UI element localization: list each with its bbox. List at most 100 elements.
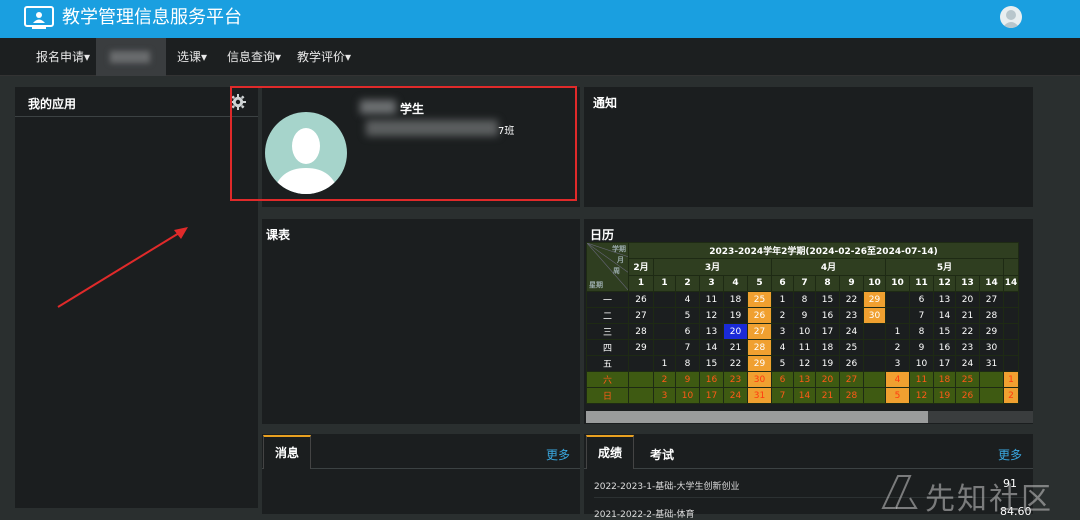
calendar-day-cell: 22	[955, 323, 980, 340]
calendar-day-cell: 7	[771, 387, 794, 404]
tab-messages[interactable]: 消息	[263, 435, 311, 469]
user-avatar-icon[interactable]	[1000, 6, 1022, 28]
calendar-day-cell: 2	[771, 307, 794, 324]
calendar-day-cell	[1003, 323, 1019, 340]
calendar-day-cell: 29	[628, 339, 654, 356]
tab-exam[interactable]: 考试	[650, 446, 674, 463]
calendar-day-label: 五	[586, 355, 629, 372]
schedule-panel	[262, 219, 580, 424]
calendar-day-cell: 3	[771, 323, 794, 340]
calendar-day-cell: 6	[675, 323, 700, 340]
calendar-week-number: 10	[863, 274, 886, 293]
calendar-week-number: 5	[747, 274, 772, 293]
calendar-day-cell: 27	[979, 291, 1004, 308]
calendar-day-cell: 26	[839, 355, 864, 372]
calendar-day-cell: 8	[793, 291, 816, 308]
calendar-day-cell: 8	[675, 355, 700, 372]
calendar-week-number: 7	[793, 274, 816, 293]
nav-info-query[interactable]: 信息查询▾	[227, 38, 281, 76]
annotation-arrow	[57, 227, 188, 308]
my-apps-title: 我的应用	[28, 97, 77, 111]
calendar-day-cell: 18	[723, 291, 748, 308]
calendar-week-number: 14	[1003, 274, 1019, 293]
nav-redacted-item[interactable]	[96, 38, 166, 76]
calendar-day-cell: 2	[653, 371, 676, 388]
calendar-day-cell: 5	[771, 355, 794, 372]
grade-row-course[interactable]: 2022-2023-1-基础-大学生创新创业	[594, 479, 740, 492]
calendar-day-cell: 8	[909, 323, 934, 340]
calendar-day-cell: 10	[909, 355, 934, 372]
messages-more-link[interactable]: 更多	[546, 446, 570, 463]
calendar-day-label: 一	[586, 291, 629, 308]
calendar-day-cell: 4	[885, 371, 910, 388]
calendar-day-cell: 26	[747, 307, 772, 324]
grades-more-link[interactable]: 更多	[998, 446, 1022, 463]
calendar-day-cell: 30	[863, 307, 886, 324]
calendar-day-cell	[885, 291, 910, 308]
monitor-logo-icon	[24, 6, 54, 29]
tab-grades[interactable]: 成绩	[586, 435, 634, 469]
nav-registration[interactable]: 报名申请▾	[36, 38, 90, 76]
calendar-day-cell	[1003, 307, 1019, 324]
calendar-day-cell: 13	[793, 371, 816, 388]
calendar-day-label: 三	[586, 323, 629, 340]
calendar-day-cell: 27	[839, 371, 864, 388]
calendar-day-label: 日	[586, 387, 629, 404]
calendar-day-cell: 26	[628, 291, 654, 308]
calendar-day-cell: 17	[815, 323, 840, 340]
calendar-day-cell	[979, 371, 1004, 388]
calendar-day-cell: 27	[747, 323, 772, 340]
calendar-day-cell: 19	[815, 355, 840, 372]
calendar-day-cell	[863, 371, 886, 388]
calendar-day-cell: 24	[839, 323, 864, 340]
calendar-day-cell: 13	[933, 291, 956, 308]
calendar-day-cell: 14	[793, 387, 816, 404]
calendar-day-cell	[863, 387, 886, 404]
calendar-day-cell: 24	[955, 355, 980, 372]
calendar-day-cell: 18	[815, 339, 840, 356]
calendar-scrollbar[interactable]	[586, 411, 1033, 423]
calendar-day-cell: 14	[933, 307, 956, 324]
calendar-day-cell: 1	[885, 323, 910, 340]
calendar-day-cell	[628, 355, 654, 372]
scroll-thumb[interactable]	[586, 411, 928, 423]
calendar-grid: 学期月周星期 2023-2024学年2学期(2024-02-26至2024-07-…	[586, 241, 1034, 404]
nav-teaching-eval[interactable]: 教学评价▾	[297, 38, 351, 76]
calendar-day-cell: 7	[675, 339, 700, 356]
grade-row-course[interactable]: 2021-2022-2-基础-体育	[594, 507, 695, 520]
calendar-day-cell: 19	[933, 387, 956, 404]
calendar-day-cell: 2	[885, 339, 910, 356]
calendar-day-label: 四	[586, 339, 629, 356]
calendar-day-cell: 15	[699, 355, 724, 372]
calendar-week-number: 1	[628, 274, 654, 293]
calendar-week-number: 11	[909, 274, 934, 293]
nav-course-selection[interactable]: 选课▾	[177, 38, 207, 76]
calendar-day-cell: 12	[699, 307, 724, 324]
calendar-day-cell	[1003, 291, 1019, 308]
calendar-day-cell	[653, 339, 676, 356]
notice-panel	[584, 87, 1033, 207]
calendar-day-cell: 1	[653, 355, 676, 372]
calendar-day-cell: 31	[747, 387, 772, 404]
calendar-day-cell	[863, 339, 886, 356]
calendar-day-cell: 12	[909, 387, 934, 404]
calendar-week-number: 3	[699, 274, 724, 293]
calendar-day-cell: 3	[653, 387, 676, 404]
calendar-day-cell: 1	[1003, 371, 1019, 388]
annotation-red-box	[230, 86, 577, 201]
calendar-day-cell: 9	[793, 307, 816, 324]
calendar-day-cell: 26	[955, 387, 980, 404]
calendar-day-cell: 16	[815, 307, 840, 324]
calendar-day-label: 二	[586, 307, 629, 324]
calendar-day-cell: 6	[909, 291, 934, 308]
notice-title: 通知	[593, 96, 618, 110]
calendar-day-cell: 28	[747, 339, 772, 356]
calendar-month: 3月	[653, 258, 772, 276]
calendar-day-cell: 16	[699, 371, 724, 388]
calendar-day-cell: 11	[699, 291, 724, 308]
calendar-day-cell: 29	[863, 291, 886, 308]
calendar-day-cell: 10	[675, 387, 700, 404]
calendar-day-cell: 20	[815, 371, 840, 388]
calendar-day-cell: 4	[675, 291, 700, 308]
top-bar: 教学管理信息服务平台	[0, 0, 1080, 38]
